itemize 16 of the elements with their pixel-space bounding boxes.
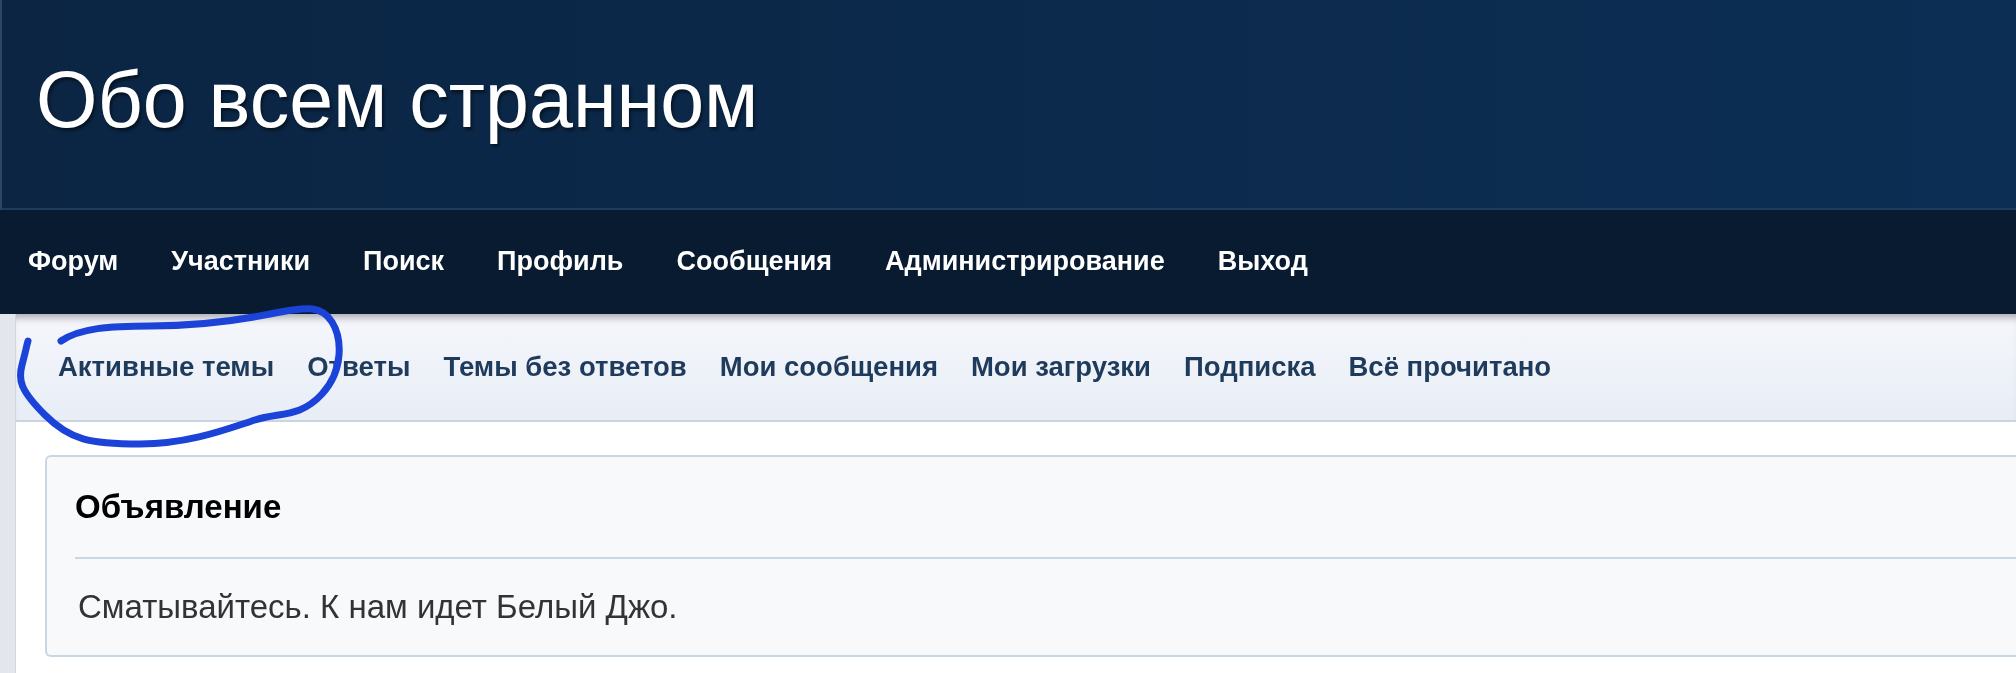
nav-link[interactable]: Сообщения <box>676 245 833 279</box>
subnav-link[interactable]: Активные темы <box>58 349 275 385</box>
subnav-link[interactable]: Мои загрузки <box>970 349 1151 385</box>
nav-link[interactable]: Выход <box>1217 245 1308 279</box>
nav-link[interactable]: Участники <box>171 245 311 279</box>
subnav-link[interactable]: Подписка <box>1183 349 1316 385</box>
site-title: Обо всем странном <box>36 53 760 146</box>
subnav-link[interactable]: Темы без ответов <box>443 349 687 385</box>
nav-link[interactable]: Поиск <box>363 245 445 279</box>
nav-link[interactable]: Форум <box>28 245 119 279</box>
announcement-title: Объявление <box>75 487 282 528</box>
nav-link[interactable]: Администрирование <box>885 245 1165 279</box>
nav-link[interactable]: Профиль <box>497 245 624 279</box>
subnav-link[interactable]: Мои сообщения <box>719 349 938 385</box>
subnav-link[interactable]: Всё прочитано <box>1348 349 1552 385</box>
announcement-text: Сматывайтесь. К нам идет Белый Джо. <box>78 587 678 628</box>
